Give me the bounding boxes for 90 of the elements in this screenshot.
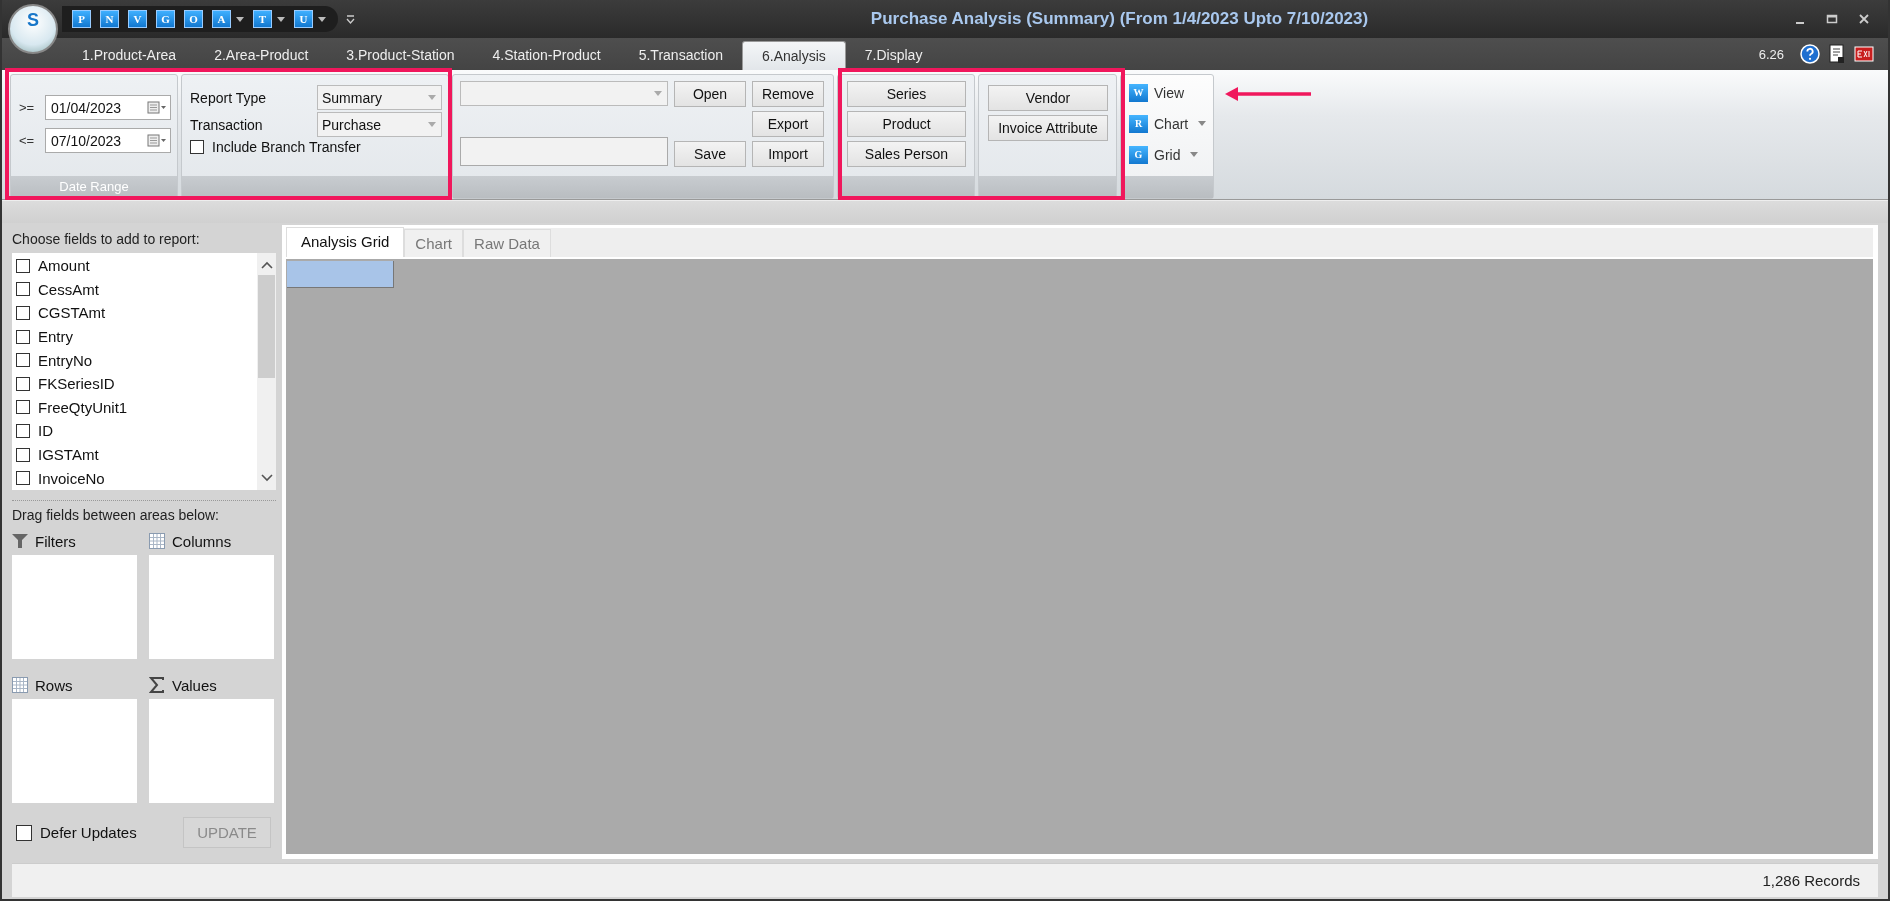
field-list-item[interactable]: ID bbox=[12, 419, 257, 443]
field-list-item[interactable]: FreeQtyUnit1 bbox=[12, 395, 257, 420]
field-list-item[interactable]: Amount bbox=[12, 254, 257, 278]
area-label: Columns bbox=[172, 532, 232, 550]
field-list-item[interactable]: FKSeriesID bbox=[12, 371, 257, 396]
checkbox[interactable] bbox=[16, 306, 30, 320]
group-label: Date Range bbox=[11, 176, 177, 198]
date-field[interactable]: 01/04/2023 bbox=[45, 95, 171, 120]
area-label: Values bbox=[172, 676, 217, 694]
drag-hint: Drag fields between areas below: bbox=[12, 507, 220, 525]
filter-button[interactable]: Invoice Attribute bbox=[988, 115, 1108, 141]
remove-button[interactable]: Remove bbox=[752, 81, 824, 107]
ribbon-tab[interactable]: 1.Product-Area bbox=[63, 41, 196, 69]
ribbon-tab[interactable]: 2.Area-Product bbox=[195, 41, 328, 69]
checkbox-label: Defer Updates bbox=[40, 824, 137, 841]
view-icon: R bbox=[1129, 114, 1148, 133]
checkbox[interactable] bbox=[16, 329, 30, 344]
caret-icon[interactable] bbox=[318, 16, 326, 22]
field-list-item[interactable]: CGSTAmt bbox=[12, 301, 257, 325]
checkbox[interactable] bbox=[16, 471, 30, 486]
view-icon: G bbox=[1129, 145, 1148, 164]
open-button[interactable]: Open bbox=[674, 81, 746, 107]
customize-icon[interactable] bbox=[346, 14, 355, 24]
field-list-item[interactable]: IGSTAmt bbox=[12, 442, 257, 467]
view-icon: W bbox=[1129, 83, 1148, 102]
import-button[interactable]: Import bbox=[752, 141, 824, 167]
dropdown-field[interactable]: Purchase bbox=[317, 112, 442, 137]
grid-corner-cell[interactable] bbox=[287, 261, 394, 288]
scroll-down-icon[interactable] bbox=[260, 474, 273, 482]
checkbox[interactable] bbox=[16, 447, 30, 462]
export-button[interactable]: Export bbox=[752, 111, 824, 137]
field-label: Transaction bbox=[190, 116, 263, 133]
scrollbar[interactable] bbox=[257, 253, 276, 490]
view-menu-item[interactable]: R Chart bbox=[1129, 112, 1207, 135]
field-label: Report Type bbox=[190, 89, 266, 106]
field-list-item[interactable]: Entry bbox=[12, 324, 257, 349]
date-field[interactable]: 07/10/2023 bbox=[45, 128, 171, 153]
checkbox[interactable] bbox=[16, 258, 30, 273]
view-tab[interactable]: Analysis Grid bbox=[286, 227, 405, 257]
view-tab[interactable]: Raw Data bbox=[463, 229, 551, 257]
sigma-icon bbox=[149, 677, 165, 693]
checkbox[interactable] bbox=[16, 353, 30, 368]
scrollbar-thumb[interactable] bbox=[258, 275, 275, 378]
grid-icon bbox=[12, 677, 28, 693]
ribbon-tab[interactable]: 6.Analysis bbox=[742, 41, 846, 70]
operator-label: <= bbox=[19, 133, 36, 148]
caret-icon[interactable] bbox=[277, 16, 285, 22]
filter-button[interactable]: Product bbox=[847, 111, 966, 137]
ribbon-tab[interactable]: 7.Display bbox=[845, 41, 942, 69]
ribbon-tab[interactable]: 3.Product-Station bbox=[327, 41, 474, 69]
app-logo[interactable]: S bbox=[8, 4, 58, 54]
close-icon[interactable] bbox=[1858, 13, 1870, 25]
window-title: Purchase Analysis (Summary) (From 1/4/2023 Upto 7/10/2023) bbox=[870, 9, 1369, 28]
view-menu-item[interactable]: W View bbox=[1129, 81, 1207, 104]
panel-title: Choose fields to add to report: bbox=[12, 231, 201, 249]
checkbox[interactable] bbox=[16, 376, 30, 391]
filter-icon bbox=[12, 533, 28, 549]
version-label: 6.26 bbox=[1758, 46, 1784, 62]
filter-button[interactable]: Vendor bbox=[988, 85, 1108, 111]
checkbox[interactable] bbox=[190, 140, 204, 154]
layout-name-field[interactable] bbox=[460, 137, 668, 166]
calendar-icon[interactable] bbox=[147, 133, 167, 148]
filter-button[interactable]: Series bbox=[847, 81, 966, 107]
save-button[interactable]: Save bbox=[674, 141, 746, 167]
scroll-up-icon[interactable] bbox=[260, 261, 273, 269]
field-list-item[interactable]: InvoiceNo bbox=[12, 466, 257, 490]
operator-label: >= bbox=[19, 100, 36, 115]
grid-icon bbox=[149, 533, 165, 549]
area-label: Rows bbox=[35, 676, 73, 694]
ribbon-tab[interactable]: 4.Station-Product bbox=[473, 41, 620, 69]
checkbox[interactable] bbox=[16, 400, 30, 415]
record-count: 1,286 Records bbox=[1762, 872, 1860, 889]
field-list-item[interactable]: EntryNo bbox=[12, 348, 257, 372]
calendar-icon[interactable] bbox=[147, 100, 167, 115]
checkbox-label: Include Branch Transfer bbox=[212, 139, 361, 155]
view-tab[interactable]: Chart bbox=[404, 229, 464, 257]
checkbox[interactable] bbox=[16, 282, 30, 297]
maximize-icon[interactable] bbox=[1826, 13, 1838, 25]
document-icon[interactable] bbox=[1828, 44, 1846, 64]
area-label: Filters bbox=[35, 532, 76, 550]
caret-icon[interactable] bbox=[236, 16, 244, 22]
exit-icon[interactable] bbox=[1854, 45, 1874, 63]
checkbox[interactable] bbox=[16, 423, 30, 438]
view-menu-item[interactable]: G Grid bbox=[1129, 143, 1207, 166]
ribbon-tab[interactable]: 5.Transaction bbox=[619, 41, 742, 69]
checkbox[interactable] bbox=[16, 824, 32, 841]
help-icon[interactable] bbox=[1800, 44, 1820, 64]
field-list-item[interactable]: CessAmt bbox=[12, 277, 257, 302]
filter-button[interactable]: Sales Person bbox=[847, 141, 966, 167]
dropdown-field[interactable]: Summary bbox=[317, 85, 442, 110]
